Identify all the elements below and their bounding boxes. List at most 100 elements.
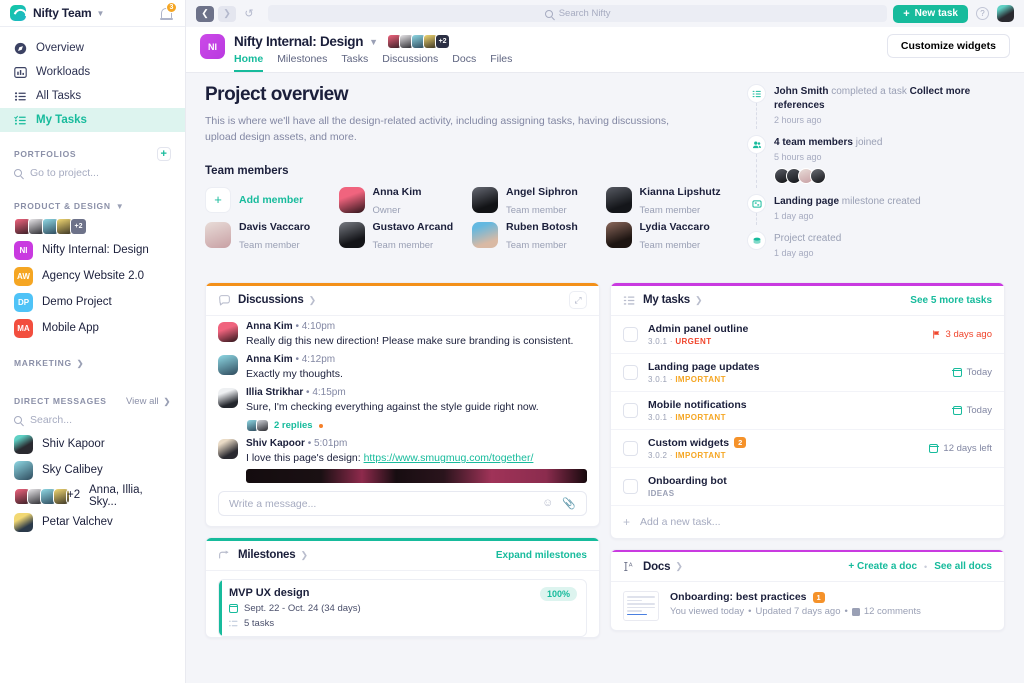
dm-item-sky-calibey[interactable]: Sky Calibey bbox=[0, 457, 185, 483]
expand-discussions-button[interactable]: ⤢ bbox=[569, 291, 587, 309]
project-item-mobile-app[interactable]: MA Mobile App bbox=[0, 315, 185, 341]
message-composer-input[interactable]: Write a message... ☺ 📎 bbox=[218, 491, 587, 517]
task-row[interactable]: Custom widgets 2 3.0.2 · IMPORTANT 12 day… bbox=[611, 430, 1004, 468]
tab-docs[interactable]: Docs bbox=[452, 53, 476, 72]
tab-tasks[interactable]: Tasks bbox=[341, 53, 368, 72]
forward-button[interactable]: ❯ bbox=[218, 5, 236, 22]
new-task-button[interactable]: + New task bbox=[893, 4, 968, 23]
dm-item-petar-valchev[interactable]: Petar Valchev bbox=[0, 509, 185, 535]
message-image-attachment[interactable] bbox=[246, 469, 587, 484]
back-button[interactable]: ❮ bbox=[196, 5, 214, 22]
team-member-anna-kim[interactable]: Anna Kim Owner bbox=[338, 185, 467, 216]
project-header: NI Nifty Internal: Design ▼ +2 Home Mile bbox=[186, 27, 1024, 73]
see-more-tasks-link[interactable]: See 5 more tasks bbox=[910, 295, 992, 306]
unread-dot bbox=[318, 423, 323, 428]
history-icon[interactable]: ↺ bbox=[240, 6, 258, 22]
team-member-kianna-lipshutz[interactable]: Kianna Lipshutz Team member bbox=[605, 185, 734, 216]
tab-discussions[interactable]: Discussions bbox=[382, 53, 438, 72]
dm-label: Anna, Illia, Sky... bbox=[89, 484, 143, 508]
brand-row[interactable]: Nifty Team ▼ 3 bbox=[0, 0, 185, 27]
message-link[interactable]: https://www.smugmug.com/together/ bbox=[364, 452, 534, 464]
chevron-right-icon[interactable]: ❯ bbox=[300, 550, 308, 561]
smiley-icon[interactable]: ☺ bbox=[542, 497, 553, 510]
project-member-avatars[interactable]: +2 bbox=[387, 34, 451, 49]
milestone-card[interactable]: MVP UX design 100% Sept. 22 - Oct. 24 (3… bbox=[218, 578, 587, 637]
discussion-message: Shiv Kapoor • 5:01pm I love this page's … bbox=[206, 433, 599, 484]
add-member-button[interactable]: + Add member bbox=[205, 185, 333, 215]
doc-name: Onboarding: best practices 1 bbox=[670, 591, 992, 603]
task-checkbox[interactable] bbox=[623, 440, 638, 456]
user-avatar[interactable] bbox=[997, 5, 1014, 22]
activity-time: 2 hours ago bbox=[774, 115, 822, 125]
sidebar-item-my-tasks[interactable]: My Tasks bbox=[0, 108, 185, 132]
team-member-angel-siphron[interactable]: Angel Siphron Team member bbox=[472, 185, 600, 216]
task-row[interactable]: Admin panel outline 3.0.1 · URGENT 3 day… bbox=[611, 316, 1004, 354]
composer-actions: ☺ 📎 bbox=[542, 497, 576, 510]
notifications-button[interactable]: 3 bbox=[159, 2, 177, 21]
chevron-right-icon[interactable]: ❯ bbox=[675, 561, 683, 572]
sidebar-item-overview[interactable]: Overview bbox=[0, 36, 185, 60]
message-author: Anna Kim bbox=[246, 353, 293, 365]
my-tasks-widget: My tasks ❯ See 5 more tasks Admin panel … bbox=[610, 282, 1005, 539]
message-author: Illia Strikhar bbox=[246, 386, 304, 398]
help-icon[interactable]: ? bbox=[976, 7, 989, 20]
chevron-down-icon[interactable]: ▼ bbox=[369, 37, 378, 47]
doc-row[interactable]: Onboarding: best practices 1 You viewed t… bbox=[611, 582, 1004, 630]
task-checkbox[interactable] bbox=[623, 478, 638, 494]
chevron-right-icon[interactable]: ❯ bbox=[695, 295, 703, 306]
member-role: Team member bbox=[639, 204, 701, 216]
avatar bbox=[472, 221, 498, 248]
task-row[interactable]: Onboarding bot IDEAS bbox=[611, 468, 1004, 505]
tab-home[interactable]: Home bbox=[234, 53, 264, 72]
team-member-ruben-botosh[interactable]: Ruben Botosh Team member bbox=[472, 220, 600, 251]
dm-label: Shiv Kapoor bbox=[42, 438, 105, 450]
marketing-group-header[interactable]: MARKETING ❯ bbox=[0, 355, 185, 371]
task-checkbox[interactable] bbox=[623, 364, 638, 380]
team-member-gustavo-arcand[interactable]: Gustavo Arcand Team member bbox=[338, 220, 467, 251]
checklist-icon bbox=[14, 114, 27, 127]
customize-widgets-button[interactable]: Customize widgets bbox=[886, 34, 1010, 58]
dm-view-all-link[interactable]: View all bbox=[126, 396, 159, 407]
create-doc-link[interactable]: + Create a doc bbox=[848, 561, 917, 572]
see-all-docs-link[interactable]: See all docs bbox=[934, 561, 992, 572]
task-meta: 3.0.2 · IMPORTANT bbox=[648, 450, 726, 460]
replies-row[interactable]: 2 replies bbox=[246, 419, 587, 433]
separator-dot: • bbox=[924, 561, 928, 572]
dm-item-shiv-kapoor[interactable]: Shiv Kapoor bbox=[0, 431, 185, 457]
chevron-right-icon[interactable]: ❯ bbox=[309, 295, 317, 306]
member-name: Gustavo Arcand bbox=[372, 220, 454, 233]
activity-icon-wrap bbox=[747, 194, 766, 225]
dm-item-group[interactable]: +2 Anna, Illia, Sky... bbox=[0, 483, 185, 509]
chevron-down-icon[interactable]: ▼ bbox=[96, 9, 104, 18]
project-item-demo-project[interactable]: DP Demo Project bbox=[0, 289, 185, 315]
task-checkbox[interactable] bbox=[623, 402, 638, 418]
avatar bbox=[218, 321, 238, 342]
project-item-agency-website[interactable]: AW Agency Website 2.0 bbox=[0, 263, 185, 289]
activity-icon-wrap bbox=[747, 135, 766, 188]
go-to-project-input[interactable]: Go to project... bbox=[0, 162, 185, 184]
content-area: Project overview This is where we'll hav… bbox=[186, 73, 1024, 683]
docs-title: Docs bbox=[643, 560, 671, 573]
paperclip-icon[interactable]: 📎 bbox=[562, 497, 576, 510]
tab-files[interactable]: Files bbox=[490, 53, 512, 72]
activity-item: 4 team members joined 5 hours ago bbox=[747, 135, 1005, 194]
team-member-lydia-vaccaro[interactable]: Lydia Vaccaro Team member bbox=[605, 220, 734, 251]
tab-milestones[interactable]: Milestones bbox=[277, 53, 327, 72]
expand-milestones-link[interactable]: Expand milestones bbox=[496, 550, 587, 561]
sidebar-item-all-tasks[interactable]: All Tasks bbox=[0, 84, 185, 108]
calendar-icon bbox=[952, 367, 962, 377]
add-portfolio-button[interactable]: + bbox=[157, 147, 171, 161]
project-item-nifty-internal[interactable]: NI Nifty Internal: Design bbox=[0, 237, 185, 263]
team-member-davis-vaccaro[interactable]: Davis Vaccaro Team member bbox=[205, 220, 333, 251]
task-row[interactable]: Mobile notifications 3.0.1 · IMPORTANT T… bbox=[611, 392, 1004, 430]
global-search-input[interactable]: Search Nifty bbox=[268, 5, 888, 22]
overview-title: Project overview bbox=[205, 84, 349, 105]
sidebar-item-workloads[interactable]: Workloads bbox=[0, 60, 185, 84]
activity-text: John Smith completed a task Collect more… bbox=[774, 84, 1005, 113]
add-task-input[interactable]: + Add a new task... bbox=[611, 504, 1004, 538]
task-checkbox[interactable] bbox=[623, 326, 638, 342]
task-row[interactable]: Landing page updates 3.0.1 · IMPORTANT T… bbox=[611, 354, 1004, 392]
dm-search-input[interactable]: Search... bbox=[0, 409, 185, 431]
product-design-group-header[interactable]: PRODUCT & DESIGN ▼ bbox=[0, 198, 185, 214]
message-header: Illia Strikhar • 4:15pm bbox=[246, 387, 587, 398]
